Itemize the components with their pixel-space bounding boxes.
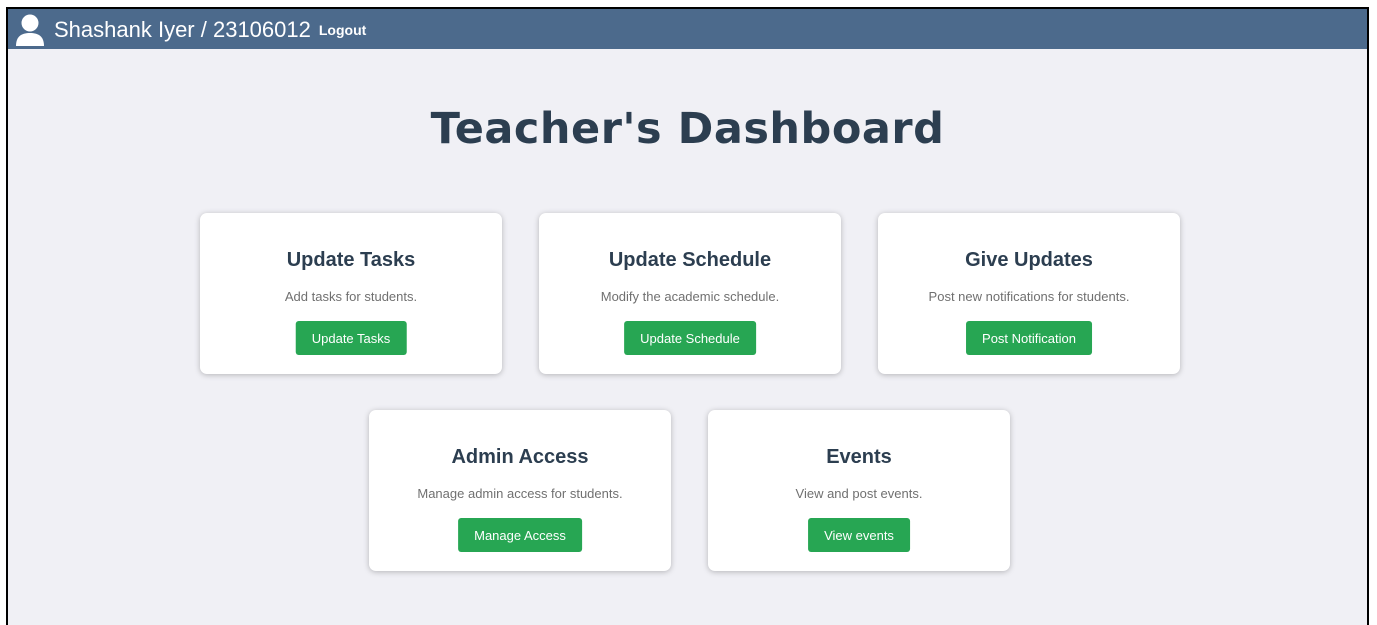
card-description: Modify the academic schedule. <box>600 289 780 304</box>
card-description: Manage admin access for students. <box>417 486 623 501</box>
card-description: Post new notifications for students. <box>928 289 1130 304</box>
card-title: Update Schedule <box>608 249 772 271</box>
manage-access-button[interactable]: Manage Access <box>458 518 582 552</box>
view-events-button[interactable]: View events <box>808 518 910 552</box>
card-description: Add tasks for students. <box>284 289 418 304</box>
user-name-label: Shashank Iyer / 23106012 <box>54 16 311 42</box>
card-update-tasks: Update Tasks Add tasks for students. Upd… <box>200 213 502 374</box>
card-admin-access: Admin Access Manage admin access for stu… <box>369 410 671 571</box>
card-description: View and post events. <box>795 486 923 501</box>
card-title: Update Tasks <box>286 249 416 271</box>
card-title: Give Updates <box>965 249 1093 271</box>
card-give-updates: Give Updates Post new notifications for … <box>878 213 1180 374</box>
page-title: Teacher's Dashboard <box>430 104 945 154</box>
update-tasks-button[interactable]: Update Tasks <box>295 321 407 355</box>
card-title: Admin Access <box>451 446 589 468</box>
card-update-schedule: Update Schedule Modify the academic sche… <box>539 213 841 374</box>
card-events: Events View and post events. View events <box>708 410 1010 571</box>
top-bar: Shashank Iyer / 23106012 Logout <box>8 9 1367 49</box>
update-schedule-button[interactable]: Update Schedule <box>624 321 756 355</box>
card-title: Events <box>826 446 892 468</box>
user-icon <box>15 13 45 47</box>
app-frame: Shashank Iyer / 23106012 Logout Teacher'… <box>6 7 1369 625</box>
post-notification-button[interactable]: Post Notification <box>966 321 1092 355</box>
logout-link[interactable]: Logout <box>319 22 366 38</box>
